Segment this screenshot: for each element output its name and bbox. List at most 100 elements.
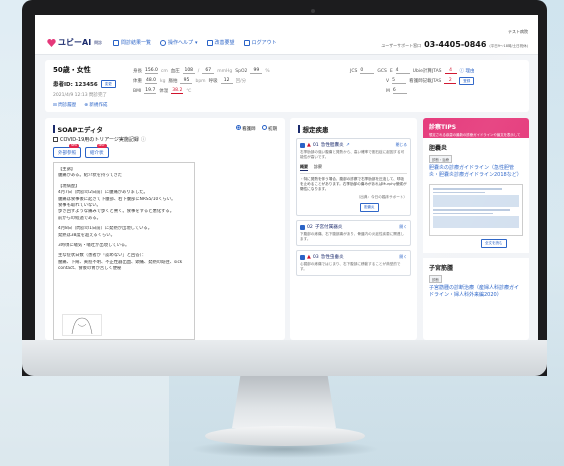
mode-nurse[interactable]: 看護師 (235, 125, 256, 132)
covid-checkbox[interactable]: COVID-19用のトリアージ実施記録 ⓘ (53, 136, 146, 143)
thumb-block (433, 216, 519, 228)
nav-feedback[interactable]: 改善要望 (206, 39, 235, 46)
history-link[interactable]: ⊟ 問診履歴 (53, 102, 76, 108)
history-link-label: 問診履歴 (58, 103, 77, 108)
tips-guideline-link[interactable]: 胆嚢炎の診療ガイドライン（急性胆管炎・胆嚢炎診療ガイドライン2018など） (423, 163, 529, 181)
guideline-thumbnail[interactable] (429, 184, 523, 236)
dx-item-03: ▲ 03 急性虫垂炎 開く 心窩部の疼痛ではじまり、右下腹部に移動することが典型… (296, 250, 411, 276)
new-record-link[interactable]: ⊕ 新規作成 (84, 102, 107, 108)
interview-datetime: 2021/4/9 12:13 問診完了 (53, 93, 108, 98)
gcs-v-select[interactable]: 5 (392, 78, 407, 84)
soap-textarea[interactable]: 【主訴】 腹痛がある。紹介状を持ってきた 【現病歴】 4月7日（問診の2日前）に… (53, 162, 195, 340)
camera-dot (311, 9, 315, 13)
gcs-e-select[interactable]: 4 (395, 68, 410, 74)
main-nav: 問診結果一覧 操作ヘルプ ▾ 改善要望 ログアウト (113, 39, 277, 46)
bp-separator: / (197, 68, 200, 74)
edit-id-button[interactable]: 変更 (100, 80, 116, 88)
height-field[interactable]: 156.0 (145, 68, 158, 74)
monitor-chin (22, 340, 547, 376)
vitals: 身長 156.0 cm 血圧 108 / 67 mmHg SpO2 99 % 体… (133, 66, 270, 96)
dx-num: 03 (312, 254, 319, 260)
pulse-field[interactable]: 95 (180, 78, 193, 84)
support-hours: (平日9〜18時/土日祝休) (489, 44, 528, 48)
list-icon (113, 39, 119, 46)
differential-panel: 想定疾患 ▲ 01 急性胆嚢炎 ↗ 閉じる 右季肋部の強い腹痛と発熱から、高い確… (290, 118, 417, 340)
soap-line: contact、食後の胃が苦しく便秘 (58, 266, 122, 272)
spo2-label: SpO2 (235, 68, 248, 74)
soap-mode-toggle: 看護師 初期 (235, 125, 277, 132)
jcs-select[interactable]: 0 (360, 68, 375, 74)
support-info: ユーザーサポート窓口 03-4405-0846 (平日9〜18時/土日祝休) (381, 40, 528, 49)
heart-icon (47, 38, 56, 47)
dx-title: 想定疾患 (290, 118, 417, 134)
nav-label: 問診結果一覧 (121, 40, 152, 46)
bmi-value: 19.7 (144, 88, 157, 94)
dx-name: 子宮付属器炎 (314, 225, 343, 230)
support-phone: 03-4405-0846 (424, 40, 487, 49)
warning-icon: ▲ (307, 254, 311, 260)
soap-editor-panel: SOAPエディタ 看護師 初期 COVID-19用のトリアージ実施記録 ⓘ NE… (45, 118, 285, 340)
temp-label: 体温 (159, 89, 169, 94)
thumb-block (433, 195, 519, 207)
dx-title-text: 想定疾患 (302, 126, 329, 134)
spo2-field[interactable]: 99 (250, 68, 263, 74)
logout-icon (243, 39, 250, 46)
patient-identity: 50歳・女性 患者ID: 123456 変更 2021/4/9 12:13 問診… (53, 65, 116, 108)
register-button[interactable]: 登録 (459, 77, 475, 85)
thumb-line (433, 188, 502, 190)
resp-field[interactable]: 12 (220, 78, 233, 84)
thumb-line (433, 209, 511, 211)
tips-guideline-link[interactable]: 子宮筋腫の診断治療（産婦人科診療ガイドライン・婦人科外来編2020） (423, 283, 529, 301)
bmi-label: BMI (133, 88, 142, 94)
referral-button[interactable]: NEW 紹介状 (85, 144, 109, 158)
dx-collapse-toggle[interactable]: 閉じる (396, 142, 407, 148)
read-full-button[interactable]: 全文を読む (481, 239, 507, 248)
tab-exam[interactable]: 診察 (314, 164, 322, 171)
logo-text: ユビーAI (58, 38, 92, 47)
ubie-logo[interactable]: ユビーAI 問診 (47, 37, 102, 48)
weight-field[interactable]: 48.0 (145, 78, 157, 84)
nav-logout[interactable]: ログアウト (243, 39, 277, 46)
dx-source: （出典：今日の臨床サポート） (356, 195, 407, 199)
dx-header[interactable]: ▲ 01 急性胆嚢炎 ↗ 閉じる (300, 142, 407, 148)
dx-description: 心窩部の疼痛ではじまり、右下腹部に移動することが典型的です。 (300, 262, 401, 271)
covid-label: COVID-19用のトリアージ実施記録 (60, 137, 139, 143)
app-header: ユビーAI 問診 問診結果一覧 操作ヘルプ ▾ 改善要望 ログアウト テスト病院 (35, 15, 538, 55)
dx-expand-toggle[interactable]: 開く (399, 224, 407, 230)
nav-results-list[interactable]: 問診結果一覧 (113, 39, 151, 46)
reason-label: 理由 (465, 69, 475, 74)
info-icon: ⓘ (140, 137, 146, 143)
dx-header[interactable]: ▲ 03 急性虫垂炎 開く (300, 254, 407, 260)
radio-off-icon (261, 125, 267, 130)
checkbox-checked-icon[interactable] (300, 254, 305, 260)
reason-link[interactable]: ⓘ 理由 (460, 68, 475, 74)
mode-initial-label: 初期 (268, 127, 277, 132)
bp-dia-field[interactable]: 67 (202, 68, 215, 74)
nav-help[interactable]: 操作ヘルプ ▾ (160, 39, 198, 46)
patient-summary: 50歳・女性 患者ID: 123456 変更 2021/4/9 12:13 問診… (45, 60, 529, 112)
bp-label: 血圧 (170, 69, 180, 74)
gcs-label: GCS (377, 68, 387, 74)
new-badge: NEW (96, 144, 107, 148)
new-record-label: 新規作成 (89, 103, 108, 108)
tab-overview[interactable]: 概要 (300, 164, 308, 171)
temp-field[interactable]: 38.2 (171, 88, 184, 94)
checkbox-icon (53, 137, 58, 142)
external-link-icon: ↗ (345, 142, 350, 148)
nurse-jtas-select[interactable]: 2 (444, 78, 457, 84)
patient-age-sex: 50歳・女性 (53, 66, 91, 74)
checkbox-checked-icon[interactable] (300, 224, 305, 230)
height-label: 身長 (133, 69, 142, 74)
dx-detail-button[interactable]: 胆嚢炎 (360, 203, 379, 212)
mode-initial[interactable]: 初期 (261, 125, 277, 132)
dx-expand-toggle[interactable]: 開く (399, 254, 407, 260)
support-label: ユーザーサポート窓口 (381, 43, 422, 48)
checkbox-checked-icon[interactable] (300, 142, 305, 148)
bp-sys-field[interactable]: 108 (182, 68, 195, 74)
dx-description: 右季肋部の強い腹痛と発熱から、高い確率で胆石症に起因する可能性が高いです。 (300, 150, 405, 159)
dx-num: 01 (312, 142, 319, 148)
external-ref-button[interactable]: NEW 外部参照 (53, 144, 81, 158)
gcs-m-label: M (386, 88, 390, 94)
gcs-m-select[interactable]: 6 (392, 88, 407, 94)
dx-header[interactable]: 02 子宮付属器炎 開く (300, 224, 407, 230)
